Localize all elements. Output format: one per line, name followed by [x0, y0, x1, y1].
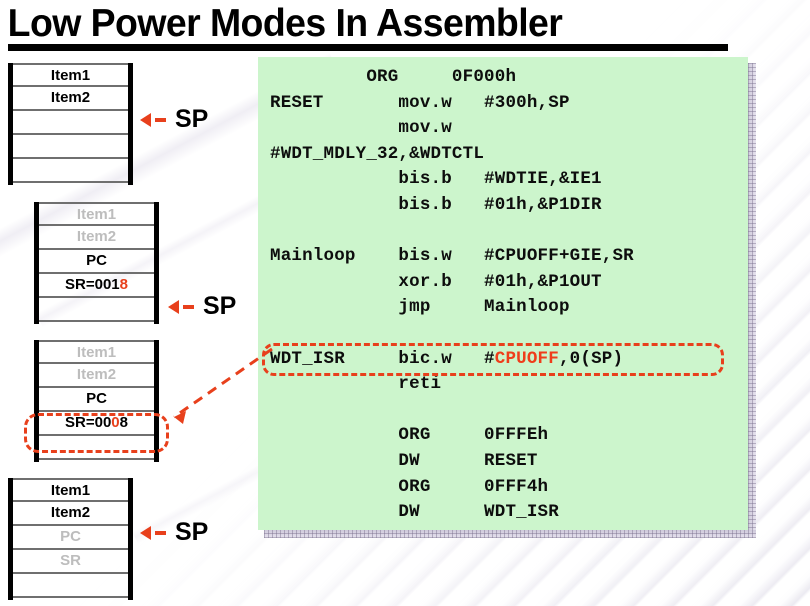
- code-line: DW RESET: [270, 450, 538, 471]
- stack-cell: Item1: [39, 202, 154, 226]
- stack-cell: [13, 159, 128, 183]
- code-line: ORG 0F000h: [270, 67, 517, 87]
- arrow-left-icon: [168, 299, 179, 314]
- stack-pointer-label: SP: [203, 292, 237, 320]
- stack-cell: Item2: [13, 502, 128, 526]
- code-line: bis.b #WDTIE,&IE1: [270, 169, 602, 190]
- code-line: DW WDT_ISR: [270, 502, 559, 523]
- cpuoff-token: CPUOFF: [494, 348, 559, 369]
- stack-cell: Item2: [39, 364, 154, 388]
- stack-cell: PC: [13, 526, 128, 550]
- stack-cell: [13, 111, 128, 135]
- arrow-left-icon: [140, 112, 151, 127]
- code-line: #WDT_MDLY_32,&WDTCTL: [270, 143, 485, 164]
- code-line: reti: [270, 374, 442, 395]
- stack-diagram-3: Item1 Item2 PC SR=0008: [34, 340, 159, 462]
- stack-cell-list: Item1 Item2 PC SR=0018: [39, 202, 154, 324]
- stack-pointer-marker-2: SP: [168, 294, 236, 319]
- stack-cell: [39, 298, 154, 322]
- code-line: xor.b #01h,&P1OUT: [270, 271, 602, 292]
- stack-cell: SR: [13, 550, 128, 574]
- stack-cell-list: Item1 Item2: [13, 63, 128, 185]
- arrow-left-icon: [140, 525, 151, 540]
- stack-cell: [39, 436, 154, 460]
- stack-diagram-1: Item1 Item2: [8, 63, 133, 185]
- code-line: Mainloop bis.w #CPUOFF+GIE,SR: [270, 246, 634, 267]
- assembler-code-panel: ORG 0F000h RESET mov.w #300h,SP mov.w #WDT…: [258, 57, 748, 530]
- stack-cell: Item2: [39, 226, 154, 250]
- stack-cell: Item1: [13, 478, 128, 502]
- code-line: RESET mov.w #300h,SP: [270, 92, 570, 113]
- dash-icon: [183, 304, 194, 309]
- stack-cell: Item2: [13, 87, 128, 111]
- stack-pointer-marker-4: SP: [140, 520, 208, 545]
- stack-rail-right: [128, 63, 133, 185]
- stack-cell: SR=0018: [39, 274, 154, 298]
- code-panel-shadow-right: [748, 63, 756, 536]
- code-panel-shadow-bottom: [264, 530, 756, 538]
- page-title: Low Power Modes In Assembler: [7, 2, 563, 45]
- title-area: Low Power Modes In Assembler: [0, 0, 810, 51]
- stack-cell: PC: [39, 250, 154, 274]
- code-line: WDT_ISR bic.w #CPUOFF,0(SP): [270, 348, 624, 369]
- stack-cell-list: Item1 Item2 PC SR: [13, 478, 128, 600]
- code-line: mov.w: [270, 118, 452, 139]
- stack-cell: [13, 135, 128, 159]
- code-line: ORG 0FFFEh: [270, 425, 549, 446]
- assembler-code-text: ORG 0F000h RESET mov.w #300h,SP mov.w #WDT…: [270, 65, 744, 526]
- stack-cell: SR=0008: [39, 412, 154, 436]
- highlighted-bit-digit: 0: [111, 414, 120, 431]
- stack-pointer-marker-1: SP: [140, 107, 208, 132]
- stack-diagram-2: Item1 Item2 PC SR=0018: [34, 202, 159, 324]
- stack-cell: Item1: [39, 340, 154, 364]
- dash-icon: [155, 530, 166, 535]
- code-line: ORG 0FFF4h: [270, 476, 549, 497]
- code-line: jmp Mainloop: [270, 297, 570, 318]
- dash-icon: [155, 117, 166, 122]
- title-underline-rule: [8, 44, 728, 51]
- stack-diagram-4: Item1 Item2 PC SR: [8, 478, 133, 600]
- stack-cell: PC: [39, 388, 154, 412]
- stack-cell: Item1: [13, 63, 128, 87]
- highlighted-bit-digit: 8: [119, 276, 128, 293]
- stack-cell-list: Item1 Item2 PC SR=0008: [39, 340, 154, 462]
- code-line: bis.b #01h,&P1DIR: [270, 194, 602, 215]
- stack-rail-right: [154, 340, 159, 462]
- stack-cell: [13, 574, 128, 598]
- stack-pointer-label: SP: [175, 518, 209, 546]
- stack-pointer-label: SP: [175, 105, 209, 133]
- stack-rail-right: [154, 202, 159, 324]
- slide-canvas: Low Power Modes In Assembler ORG 0F000h R…: [0, 0, 810, 606]
- stack-rail-right: [128, 478, 133, 600]
